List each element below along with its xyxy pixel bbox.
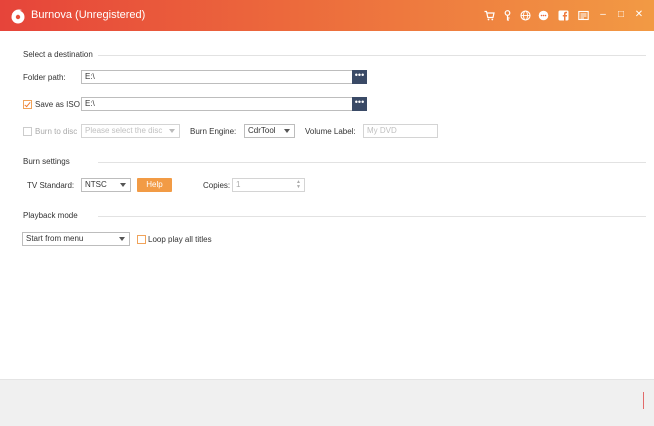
feedback-icon[interactable]	[578, 10, 589, 21]
window-title: Burnova (Unregistered)	[31, 9, 146, 21]
burn-to-disc-label[interactable]: Burn to disc	[35, 127, 77, 137]
burn-to-disc-checkbox[interactable]	[23, 127, 32, 136]
chevron-down-icon	[120, 183, 126, 187]
disc-select-value: Please select the disc	[85, 126, 163, 135]
burnova-logo-icon	[11, 9, 25, 24]
chevron-down-icon	[169, 129, 175, 133]
close-button[interactable]: ✕	[632, 8, 646, 22]
chat-icon[interactable]	[538, 10, 549, 21]
help-button[interactable]: Help	[137, 178, 172, 192]
tv-standard-value: NTSC	[85, 180, 107, 189]
folder-path-field[interactable]: E:\	[81, 70, 353, 84]
section-title-playback: Playback mode	[23, 211, 78, 220]
key-icon[interactable]	[502, 10, 513, 21]
iso-browse-button[interactable]: •••	[352, 97, 367, 111]
burn-engine-label: Burn Engine:	[190, 127, 237, 136]
disc-select[interactable]: Please select the disc	[81, 124, 180, 138]
folder-path-label: Folder path:	[23, 73, 66, 82]
copies-stepper[interactable]: 1 ▲ ▼	[232, 178, 305, 192]
stepper-arrows-icon[interactable]: ▲ ▼	[296, 180, 301, 190]
volume-label-label: Volume Label:	[305, 127, 356, 136]
volume-label-input[interactable]: My DVD	[363, 124, 438, 138]
folder-browse-button[interactable]: •••	[352, 70, 367, 84]
footer-divider	[643, 392, 644, 409]
title-bar: Burnova (Unregistered) – □ ✕	[0, 0, 654, 31]
checkmark-icon	[24, 100, 31, 108]
save-iso-checkbox[interactable]	[23, 100, 32, 109]
playback-mode-select[interactable]: Start from menu	[22, 232, 130, 246]
minimize-button[interactable]: –	[596, 8, 610, 22]
section-divider	[98, 55, 646, 56]
globe-icon[interactable]	[520, 10, 531, 21]
chevron-down-icon	[284, 129, 290, 133]
tv-standard-select[interactable]: NTSC	[81, 178, 131, 192]
section-divider	[98, 216, 646, 217]
footer-bar	[0, 379, 654, 426]
loop-play-checkbox[interactable]	[137, 235, 146, 244]
save-iso-label[interactable]: Save as ISO	[35, 100, 80, 110]
maximize-button[interactable]: □	[614, 8, 628, 22]
cart-icon[interactable]	[484, 10, 495, 21]
section-divider	[98, 162, 646, 163]
playback-mode-value: Start from menu	[26, 234, 84, 243]
tv-standard-label: TV Standard:	[27, 181, 75, 190]
chevron-down-icon	[119, 237, 125, 241]
copies-value: 1	[236, 180, 241, 189]
copies-label: Copies:	[203, 181, 231, 190]
facebook-icon[interactable]	[558, 10, 569, 21]
iso-path-field[interactable]: E:\	[81, 97, 353, 111]
burn-engine-value: CdrTool	[248, 126, 276, 135]
section-title-destination: Select a destination	[23, 50, 93, 59]
section-title-burn-settings: Burn settings	[23, 157, 70, 166]
loop-play-label[interactable]: Loop play all titles	[148, 235, 212, 245]
burn-engine-select[interactable]: CdrTool	[244, 124, 295, 138]
